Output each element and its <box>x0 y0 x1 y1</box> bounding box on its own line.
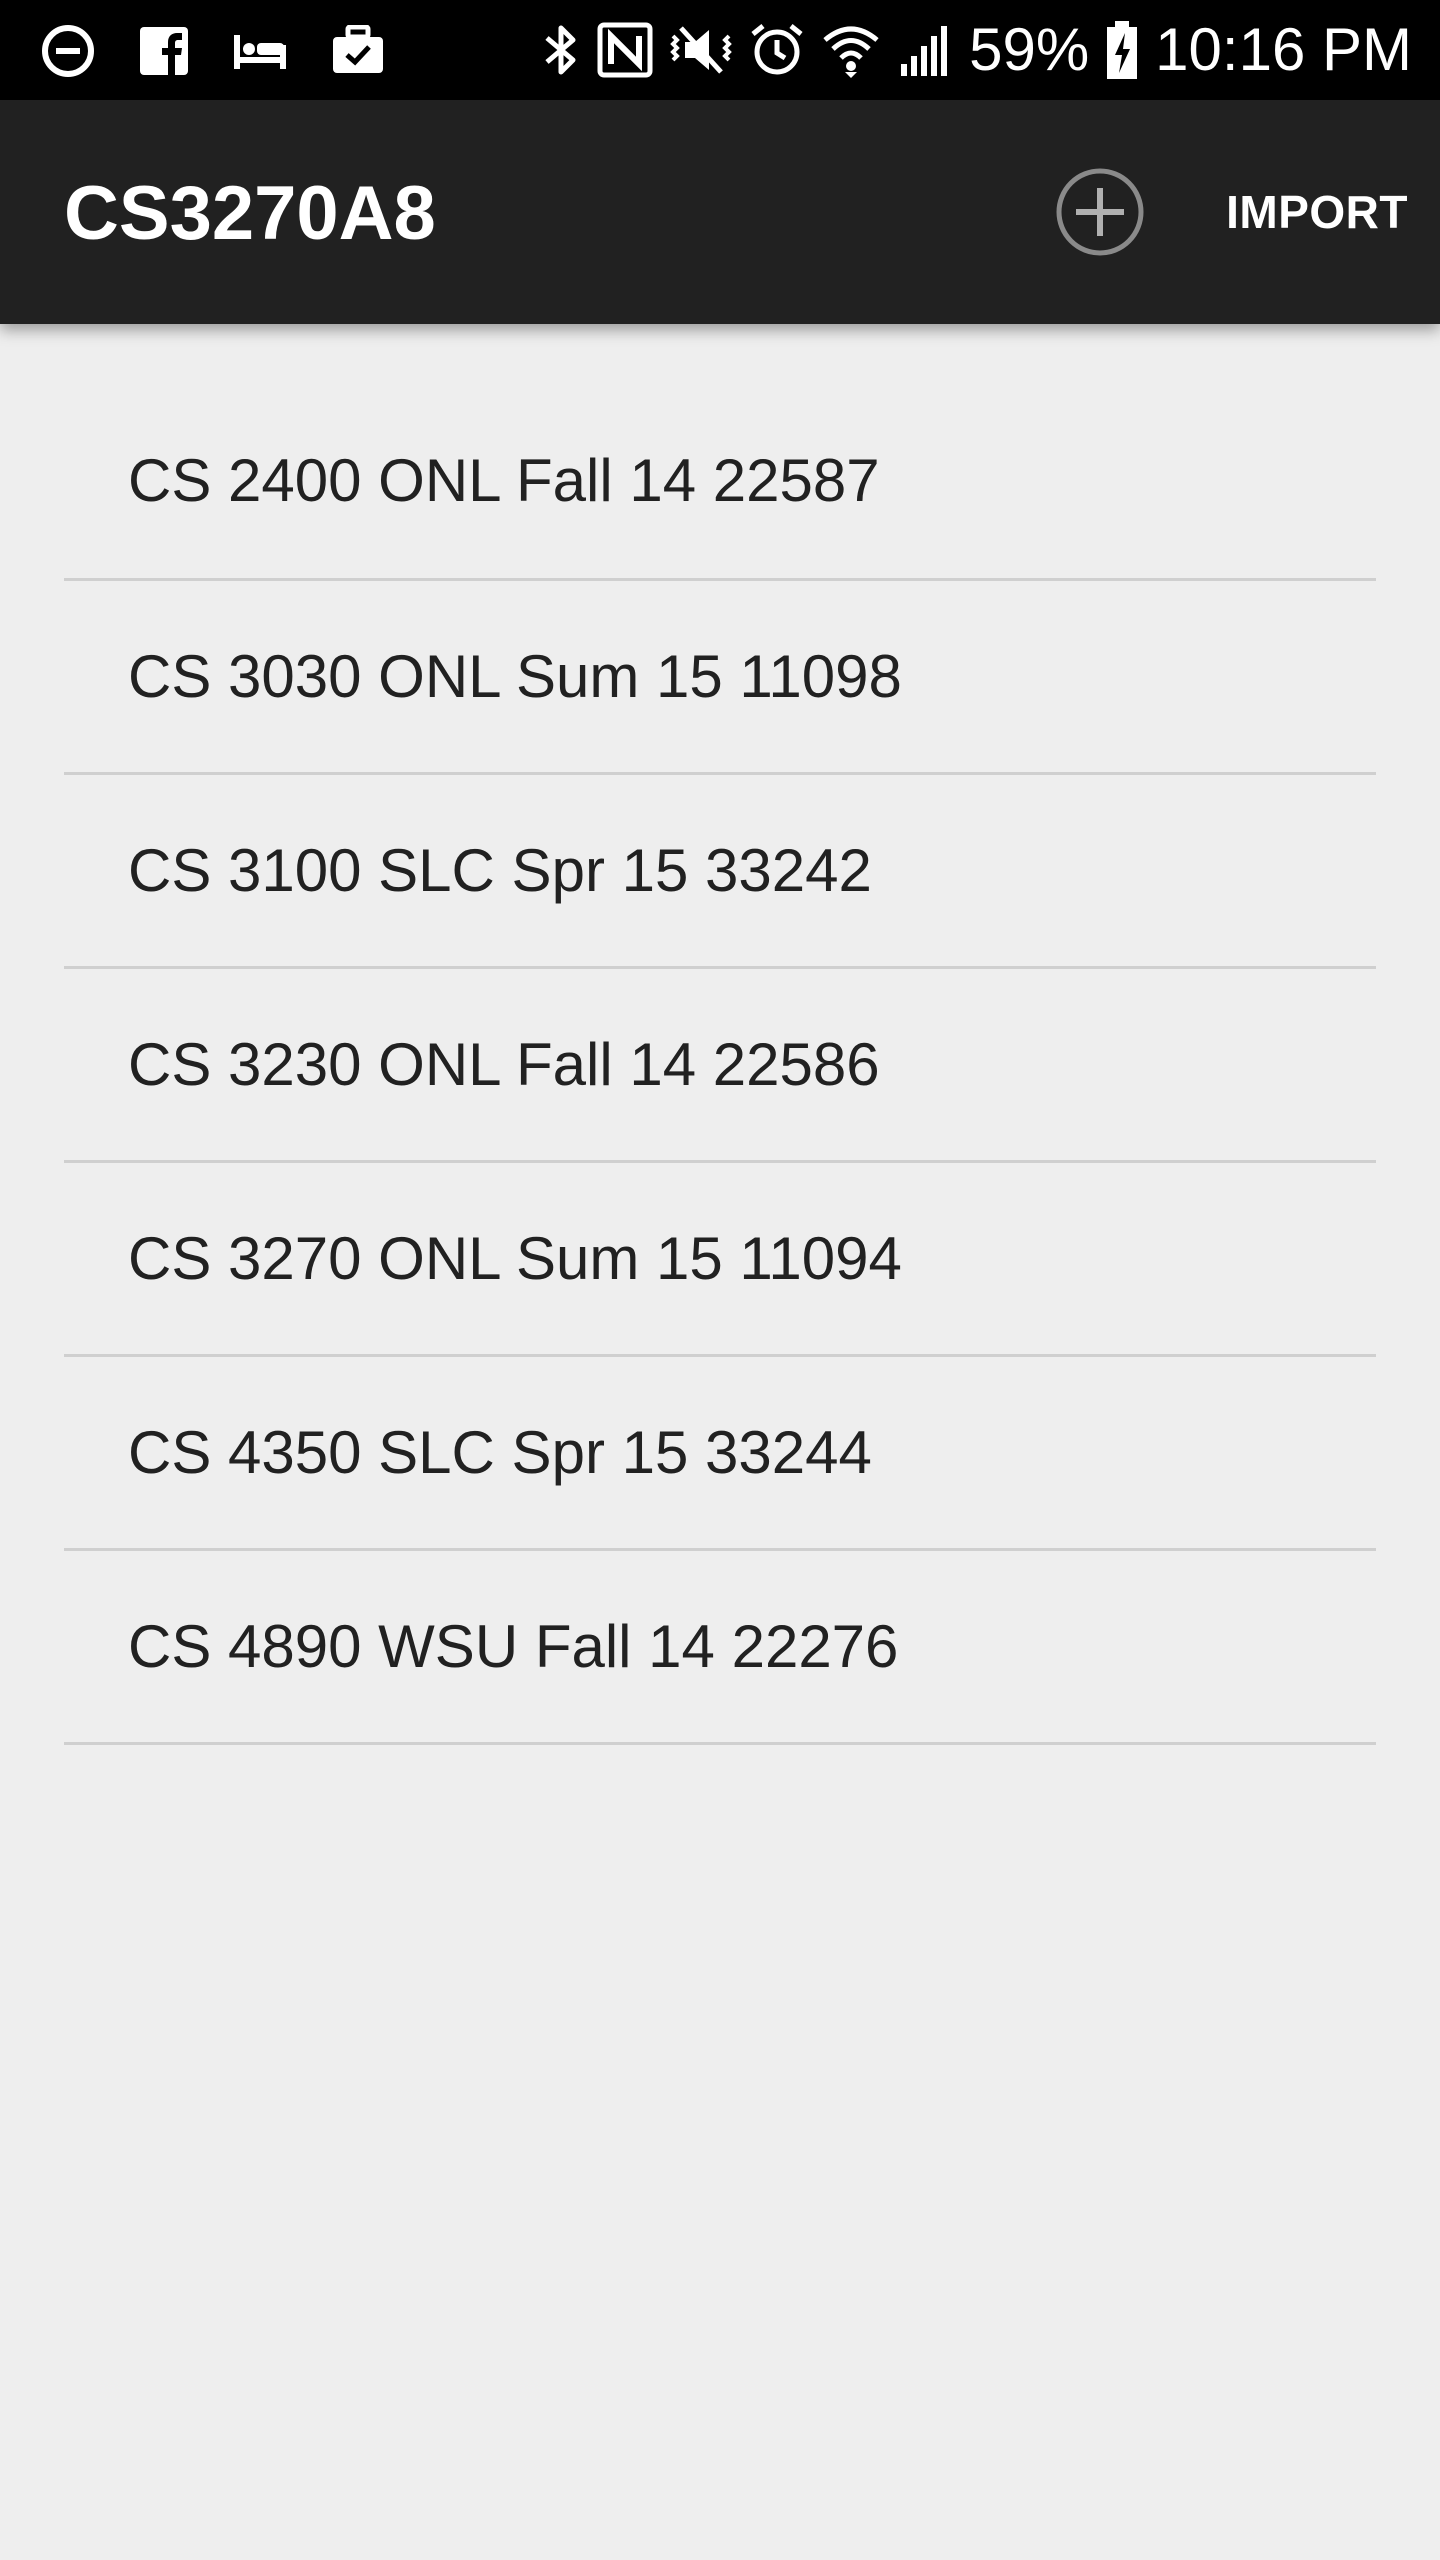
battery-percent: 59% <box>969 16 1090 83</box>
nfc-icon <box>597 22 653 78</box>
alarm-icon <box>749 22 805 78</box>
do-not-disturb-icon <box>40 23 96 79</box>
course-label: CS 3230 ONL Fall 14 22586 <box>128 1030 880 1098</box>
course-label: CS 3030 ONL Sum 15 11098 <box>128 642 902 710</box>
course-label: CS 2400 ONL Fall 14 22587 <box>128 447 880 514</box>
vibrate-icon <box>669 22 733 78</box>
import-button[interactable]: IMPORT <box>1226 184 1408 240</box>
course-list: CS 2400 ONL Fall 14 22587 CS 3030 ONL Su… <box>64 384 1376 1745</box>
list-item[interactable]: CS 3230 ONL Fall 14 22586 <box>64 969 1376 1163</box>
app-title: CS3270A8 <box>64 171 436 256</box>
battery-charging-icon <box>1105 19 1139 81</box>
status-bar: 59% 10:16 PM <box>0 0 1440 100</box>
course-label: CS 3270 ONL Sum 15 11094 <box>128 1224 902 1292</box>
work-icon <box>330 25 386 77</box>
signal-icon <box>897 22 953 78</box>
notification-icons <box>40 20 386 82</box>
app-bar: CS3270A8 IMPORT <box>0 100 1440 324</box>
list-item[interactable]: CS 2400 ONL Fall 14 22587 <box>64 384 1376 581</box>
list-item[interactable]: CS 3030 ONL Sum 15 11098 <box>64 581 1376 775</box>
facebook-icon <box>138 25 190 77</box>
list-item[interactable]: CS 4350 SLC Spr 15 33244 <box>64 1357 1376 1551</box>
bluetooth-icon <box>541 22 581 78</box>
course-label: CS 4350 SLC Spr 15 33244 <box>128 1418 872 1486</box>
course-label: CS 4890 WSU Fall 14 22276 <box>128 1612 899 1680</box>
list-item[interactable]: CS 3270 ONL Sum 15 11094 <box>64 1163 1376 1357</box>
course-label: CS 3100 SLC Spr 15 33242 <box>128 836 872 904</box>
clock: 10:16 PM <box>1155 16 1412 83</box>
wifi-icon <box>821 22 881 78</box>
list-item[interactable]: CS 3100 SLC Spr 15 33242 <box>64 775 1376 969</box>
hotel-icon <box>232 31 288 71</box>
add-button[interactable] <box>1054 166 1146 258</box>
add-circle-icon <box>1054 168 1146 262</box>
system-icons: 59% 10:16 PM <box>541 14 1412 86</box>
list-item[interactable]: CS 4890 WSU Fall 14 22276 <box>64 1551 1376 1745</box>
